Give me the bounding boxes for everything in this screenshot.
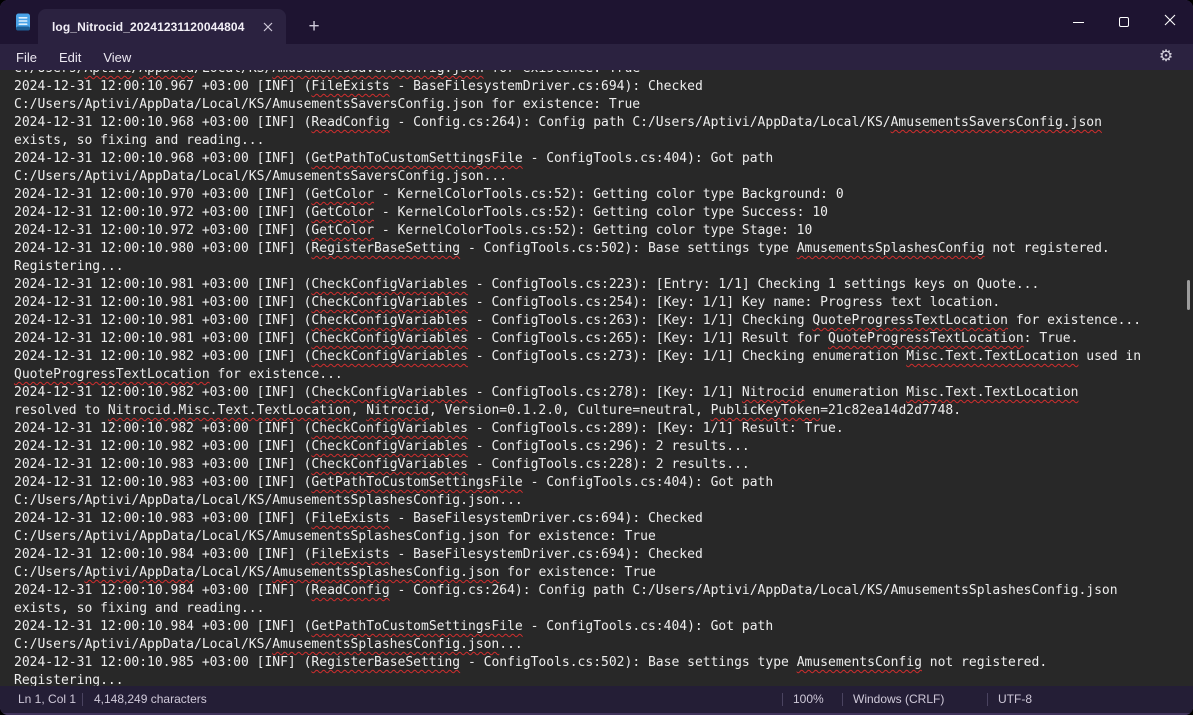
statusbar-divider xyxy=(82,693,83,706)
log-line: 2024-12-31 12:00:10.981 +03:00 [INF] (Ch… xyxy=(14,294,1179,312)
close-icon xyxy=(1164,13,1176,31)
log-line: 2024-12-31 12:00:10.981 +03:00 [INF] (Ch… xyxy=(14,312,1179,330)
log-line: 2024-12-31 12:00:10.983 +03:00 [INF] (Ge… xyxy=(14,474,1179,492)
settings-button[interactable]: ⚙ xyxy=(1153,45,1179,69)
gear-icon: ⚙ xyxy=(1159,49,1173,65)
zoom-level[interactable]: 100% xyxy=(793,692,824,706)
log-line: C:/Users/Aptivi/AppData/Local/KS/Amuseme… xyxy=(14,492,1179,510)
log-line: 2024-12-31 12:00:10.968 +03:00 [INF] (Ge… xyxy=(14,150,1179,168)
log-line: 2024-12-31 12:00:10.972 +03:00 [INF] (Ge… xyxy=(14,222,1179,240)
tab-log-file[interactable]: log_Nitrocid_20241231120044804 xyxy=(38,9,286,44)
menu-view[interactable]: View xyxy=(92,47,142,68)
notepad-icon xyxy=(13,12,33,32)
log-line: 2024-12-31 12:00:10.982 +03:00 [INF] (Ch… xyxy=(14,420,1179,438)
minimize-icon xyxy=(1073,22,1084,23)
tab-close-button[interactable] xyxy=(258,17,278,37)
statusbar-divider xyxy=(842,693,843,706)
log-line: 2024-12-31 12:00:10.968 +03:00 [INF] (Re… xyxy=(14,114,1179,132)
character-count: 4,148,249 characters xyxy=(94,692,207,706)
log-line: C:/Users/Aptivi/AppData/Local/KS/Amuseme… xyxy=(14,564,1179,582)
log-line: 2024-12-31 12:00:10.984 +03:00 [INF] (Ge… xyxy=(14,618,1179,636)
encoding: UTF-8 xyxy=(998,692,1032,706)
maximize-icon xyxy=(1119,17,1129,27)
log-line: C:/Users/Aptivi/AppData/Local/KS/Amuseme… xyxy=(14,96,1179,114)
log-line: resolved to Nitrocid.Misc.Text.TextLocat… xyxy=(14,402,1179,420)
statusbar-divider xyxy=(987,693,988,706)
log-line: 2024-12-31 12:00:10.983 +03:00 [INF] (Ch… xyxy=(14,456,1179,474)
scrollbar-thumb[interactable] xyxy=(1187,280,1190,310)
log-line: 2024-12-31 12:00:10.985 +03:00 [INF] (Re… xyxy=(14,654,1179,672)
log-line: exists, so fixing and reading... xyxy=(14,600,1179,618)
log-line: C:/Users/Aptivi/AppData/Local/KS/Amuseme… xyxy=(14,528,1179,546)
log-line: 2024-12-31 12:00:10.984 +03:00 [INF] (Fi… xyxy=(14,546,1179,564)
log-line: 2024-12-31 12:00:10.983 +03:00 [INF] (Fi… xyxy=(14,510,1179,528)
caption-buttons xyxy=(1055,0,1193,44)
log-line: C:/Users/Aptivi/AppData/Local/KS/Amuseme… xyxy=(14,168,1179,186)
menu-file[interactable]: File xyxy=(5,47,48,68)
vertical-scrollbar[interactable] xyxy=(1181,70,1193,686)
log-line: Registering... xyxy=(14,672,1179,686)
log-line: QuoteProgressTextLocation for existence.… xyxy=(14,366,1179,384)
log-line: 2024-12-31 12:00:10.981 +03:00 [INF] (Ch… xyxy=(14,330,1179,348)
line-ending: Windows (CRLF) xyxy=(853,692,944,706)
log-line: Registering... xyxy=(14,258,1179,276)
log-line: 2024-12-31 12:00:10.982 +03:00 [INF] (Ch… xyxy=(14,438,1179,456)
tab-title: log_Nitrocid_20241231120044804 xyxy=(52,20,258,34)
notepad-window: log_Nitrocid_20241231120044804 + xyxy=(0,0,1193,715)
text-editor[interactable]: C:/Users/Aptivi/AppData/Local/KS/Amuseme… xyxy=(0,70,1193,686)
log-line: 2024-12-31 12:00:10.981 +03:00 [INF] (Ch… xyxy=(14,276,1179,294)
log-line: 2024-12-31 12:00:10.970 +03:00 [INF] (Ge… xyxy=(14,186,1179,204)
menubar: File Edit View xyxy=(0,44,1193,70)
log-line: 2024-12-31 12:00:10.982 +03:00 [INF] (Ch… xyxy=(14,348,1179,366)
log-line: 2024-12-31 12:00:10.984 +03:00 [INF] (Re… xyxy=(14,582,1179,600)
log-line: 2024-12-31 12:00:10.972 +03:00 [INF] (Ge… xyxy=(14,204,1179,222)
menu-edit[interactable]: Edit xyxy=(48,47,92,68)
log-line: exists, so fixing and reading... xyxy=(14,132,1179,150)
log-line: 2024-12-31 12:00:10.982 +03:00 [INF] (Ch… xyxy=(14,384,1179,402)
editor-content: C:/Users/Aptivi/AppData/Local/KS/Amuseme… xyxy=(0,70,1193,686)
titlebar[interactable]: log_Nitrocid_20241231120044804 + xyxy=(0,0,1193,44)
log-line: 2024-12-31 12:00:10.980 +03:00 [INF] (Re… xyxy=(14,240,1179,258)
maximize-button[interactable] xyxy=(1101,0,1147,44)
close-button[interactable] xyxy=(1147,0,1193,44)
minimize-button[interactable] xyxy=(1055,0,1101,44)
new-tab-button[interactable]: + xyxy=(300,13,328,39)
log-line: C:/Users/Aptivi/AppData/Local/KS/Amuseme… xyxy=(14,636,1179,654)
log-line: 2024-12-31 12:00:10.967 +03:00 [INF] (Fi… xyxy=(14,78,1179,96)
statusbar: Ln 1, Col 1 4,148,249 characters 100% Wi… xyxy=(0,686,1193,715)
log-line: C:/Users/Aptivi/AppData/Local/KS/Amuseme… xyxy=(14,70,1179,78)
cursor-position: Ln 1, Col 1 xyxy=(18,692,76,706)
statusbar-divider xyxy=(782,693,783,706)
